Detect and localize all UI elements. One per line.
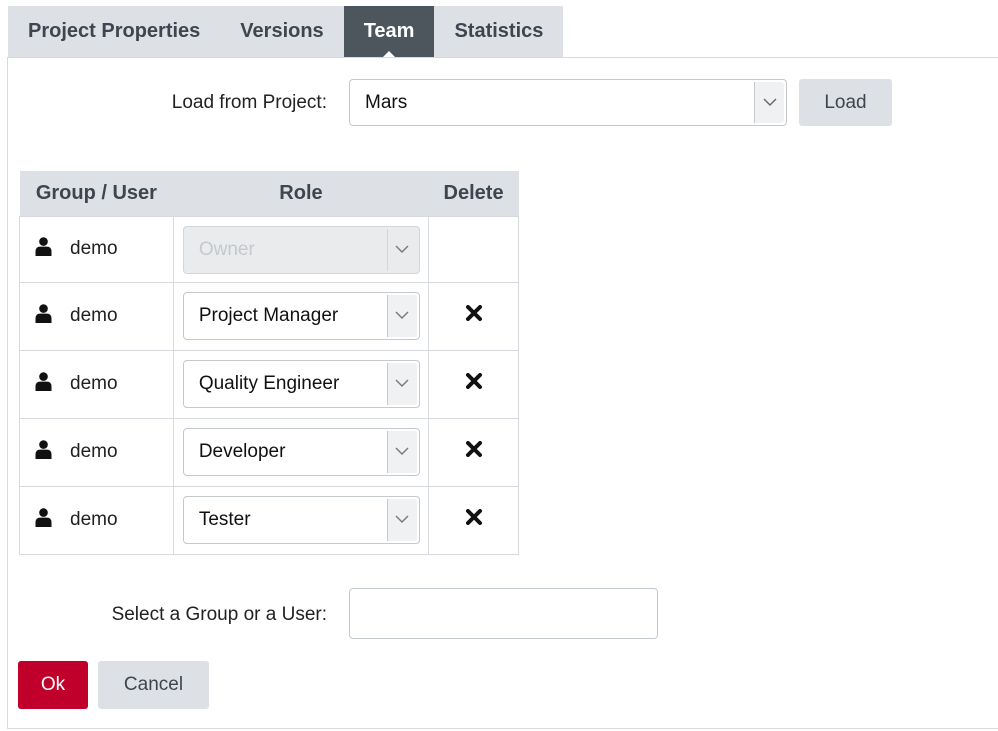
role-cell: Tester [172,485,430,555]
chevron-down-icon[interactable] [754,82,784,123]
load-from-project-label: Load from Project: [171,92,327,113]
role-select[interactable]: Developer [182,427,420,476]
table-row: demo Quality Engineer [19,349,519,419]
user-name: demo [70,305,118,326]
delete-x-icon[interactable] [465,441,482,462]
role-select[interactable]: Tester [182,495,420,544]
role-cell: Project Manager [172,281,430,351]
load-button[interactable]: Load [799,79,892,126]
user-cell: demo [19,215,174,283]
table-row: demo Tester [19,485,519,555]
tab-project-properties[interactable]: Project Properties [8,6,221,57]
role-select[interactable]: Project Manager [182,291,420,340]
team-table: Group / User Role Delete demo Owner demo Pr… [19,171,519,555]
role-select-value: Quality Engineer [198,372,340,394]
project-select-value: Mars [365,91,408,113]
header-group-user: Group / User [19,171,174,216]
ok-button[interactable]: Ok [18,661,88,709]
chevron-down-icon [386,228,417,271]
table-row: demo Owner [19,215,519,283]
tab-versions[interactable]: Versions [220,6,344,57]
chevron-down-icon[interactable] [386,498,417,541]
user-icon [35,371,70,397]
user-name: demo [70,509,118,530]
role-cell: Owner [172,215,430,283]
user-cell: demo [19,417,174,487]
role-select-value: Tester [198,508,251,530]
header-delete: Delete [428,171,519,216]
user-icon [35,236,70,262]
delete-x-icon[interactable] [465,509,482,530]
select-group-user-label: Select a Group or a User: [111,604,327,625]
chevron-down-icon[interactable] [386,430,417,473]
tab-team[interactable]: Team [343,6,435,58]
delete-x-icon[interactable] [465,305,482,326]
table-row: demo Developer [19,417,519,487]
table-row: demo Project Manager [19,281,519,351]
role-select-value: Developer [198,440,286,462]
delete-cell [428,281,519,351]
delete-cell [428,417,519,487]
tab-bar: Project Properties Versions Team Statist… [8,6,564,58]
delete-cell [428,349,519,419]
user-icon [35,303,70,329]
delete-x-icon[interactable] [465,373,482,394]
chevron-down-icon[interactable] [386,362,417,405]
user-icon [35,507,70,533]
user-cell: demo [19,485,174,555]
role-cell: Developer [172,417,430,487]
role-select-value: Project Manager [198,304,339,326]
project-select[interactable]: Mars [349,79,787,126]
user-icon [35,439,70,465]
delete-cell [428,485,519,555]
tab-statistics[interactable]: Statistics [434,6,564,57]
cancel-button[interactable]: Cancel [98,661,209,709]
user-name: demo [70,373,118,394]
chevron-down-icon[interactable] [386,294,417,337]
header-role: Role [173,171,429,216]
role-cell: Quality Engineer [172,349,430,419]
user-name: demo [70,441,118,462]
group-user-input[interactable] [349,588,658,639]
delete-cell [428,215,519,283]
user-cell: demo [19,281,174,351]
user-name: demo [70,238,118,259]
role-select[interactable]: Quality Engineer [182,359,420,408]
user-cell: demo [19,349,174,419]
table-header-row: Group / User Role Delete [19,171,519,216]
role-select-value: Owner [198,238,255,260]
role-select: Owner [182,225,420,274]
